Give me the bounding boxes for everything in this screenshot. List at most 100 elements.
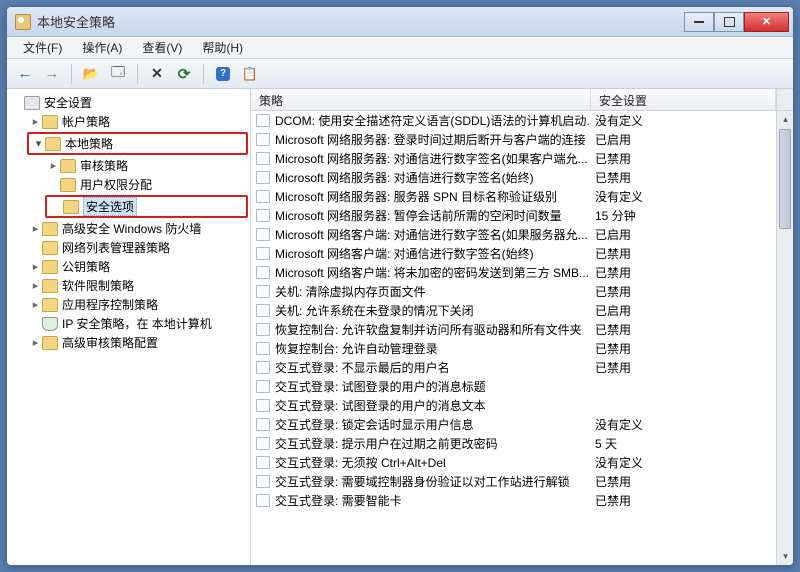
scroll-down-icon[interactable] xyxy=(777,548,793,565)
vertical-scrollbar[interactable] xyxy=(776,111,793,565)
delete-button[interactable] xyxy=(145,62,169,86)
up-level-button[interactable] xyxy=(79,62,103,86)
expander-icon[interactable] xyxy=(29,222,42,235)
list-row[interactable]: Microsoft 网络客户端: 对通信进行数字签名(如果服务器允...已启用 xyxy=(251,225,776,244)
list-row[interactable]: 关机: 允许系统在未登录的情况下关闭已启用 xyxy=(251,301,776,320)
list-row[interactable]: Microsoft 网络客户端: 将未加密的密码发送到第三方 SMB...已禁用 xyxy=(251,263,776,282)
list-row[interactable]: 交互式登录: 不显示最后的用户名已禁用 xyxy=(251,358,776,377)
titlebar[interactable]: 本地安全策略 xyxy=(7,7,793,37)
list-row[interactable]: 关机: 清除虚拟内存页面文件已禁用 xyxy=(251,282,776,301)
list-row[interactable]: 交互式登录: 提示用户在过期之前更改密码5 天 xyxy=(251,434,776,453)
policy-cell: Microsoft 网络服务器: 服务器 SPN 目标名称验证级别 xyxy=(275,188,591,205)
list-row[interactable]: 恢复控制台: 允许软盘复制并访问所有驱动器和所有文件夹已禁用 xyxy=(251,320,776,339)
expander-icon[interactable] xyxy=(29,279,42,292)
properties-button[interactable] xyxy=(106,62,130,86)
policy-icon xyxy=(255,475,271,489)
forward-button[interactable] xyxy=(40,62,64,86)
menu-help[interactable]: 帮助(H) xyxy=(192,37,253,58)
toolbar xyxy=(7,59,793,89)
setting-cell: 15 分钟 xyxy=(591,207,776,224)
list-row[interactable]: Microsoft 网络服务器: 服务器 SPN 目标名称验证级别没有定义 xyxy=(251,187,776,206)
tree-label: 审核策略 xyxy=(80,157,128,174)
folder-icon xyxy=(42,336,58,350)
list-row[interactable]: 交互式登录: 试图登录的用户的消息文本 xyxy=(251,396,776,415)
list-row[interactable]: 交互式登录: 试图登录的用户的消息标题 xyxy=(251,377,776,396)
expander-icon[interactable] xyxy=(29,298,42,311)
tree-label: 高级审核策略配置 xyxy=(62,334,158,351)
tree-swrestrict[interactable]: 软件限制策略 xyxy=(27,276,248,295)
tree-audit-policy[interactable]: 审核策略 xyxy=(45,156,248,175)
setting-cell: 已禁用 xyxy=(591,340,776,357)
policy-icon xyxy=(255,399,271,413)
list-row[interactable]: Microsoft 网络服务器: 对通信进行数字签名(如果客户端允...已禁用 xyxy=(251,149,776,168)
tree-label: 安全设置 xyxy=(44,94,92,111)
tree-pubkey[interactable]: 公钥策略 xyxy=(27,257,248,276)
tree-local-policy[interactable]: 本地策略 xyxy=(30,134,245,153)
tree-account-policy[interactable]: 帐户策略 xyxy=(27,112,248,131)
expander-icon[interactable] xyxy=(29,260,42,273)
tree-root[interactable]: 安全设置 xyxy=(9,93,248,112)
scroll-thumb[interactable] xyxy=(779,129,791,229)
rows-container[interactable]: DCOM: 使用安全描述符定义语言(SDDL)语法的计算机启动...没有定义Mi… xyxy=(251,111,776,565)
scroll-up-icon[interactable] xyxy=(777,111,793,128)
menu-action[interactable]: 操作(A) xyxy=(72,37,132,58)
expander-icon[interactable] xyxy=(29,115,42,128)
tree-firewall[interactable]: 高级安全 Windows 防火墙 xyxy=(27,219,248,238)
help-button[interactable] xyxy=(211,62,235,86)
policy-cell: 恢复控制台: 允许软盘复制并访问所有驱动器和所有文件夹 xyxy=(275,321,591,338)
tree-security-options[interactable]: 安全选项 xyxy=(48,197,245,216)
list-pane: 策略 安全设置 DCOM: 使用安全描述符定义语言(SDDL)语法的计算机启动.… xyxy=(251,89,793,565)
tree-label: 软件限制策略 xyxy=(62,277,134,294)
list-row[interactable]: Microsoft 网络服务器: 对通信进行数字签名(始终)已禁用 xyxy=(251,168,776,187)
policy-cell: Microsoft 网络客户端: 将未加密的密码发送到第三方 SMB... xyxy=(275,264,591,281)
expander-icon[interactable] xyxy=(32,137,45,150)
setting-cell: 已禁用 xyxy=(591,150,776,167)
folder-icon xyxy=(45,137,61,151)
minimize-button[interactable] xyxy=(684,12,714,32)
list-row[interactable]: Microsoft 网络服务器: 暂停会话前所需的空闲时间数量15 分钟 xyxy=(251,206,776,225)
maximize-button[interactable] xyxy=(714,12,744,32)
folder-icon xyxy=(42,260,58,274)
tree-label: 帐户策略 xyxy=(62,113,110,130)
list-row[interactable]: DCOM: 使用安全描述符定义语言(SDDL)语法的计算机启动...没有定义 xyxy=(251,111,776,130)
list-row[interactable]: Microsoft 网络服务器: 登录时间过期后断开与客户端的连接已启用 xyxy=(251,130,776,149)
policy-cell: 交互式登录: 无须按 Ctrl+Alt+Del xyxy=(275,454,591,471)
security-icon xyxy=(24,96,40,110)
list-row[interactable]: 恢复控制台: 允许自动管理登录已禁用 xyxy=(251,339,776,358)
tree-pane[interactable]: 安全设置 帐户策略 xyxy=(7,89,251,565)
column-setting[interactable]: 安全设置 xyxy=(591,89,776,110)
content-body: 安全设置 帐户策略 xyxy=(7,89,793,565)
list-header: 策略 安全设置 xyxy=(251,89,793,111)
setting-cell: 已禁用 xyxy=(591,359,776,376)
column-policy[interactable]: 策略 xyxy=(251,89,591,110)
refresh-button[interactable] xyxy=(172,62,196,86)
main-window: 本地安全策略 文件(F) 操作(A) 查看(V) 帮助(H) xyxy=(6,6,794,566)
policy-icon xyxy=(255,304,271,318)
tree-user-rights[interactable]: 用户权限分配 xyxy=(45,175,248,194)
setting-cell: 已禁用 xyxy=(591,169,776,186)
list-row[interactable]: 交互式登录: 需要域控制器身份验证以对工作站进行解锁已禁用 xyxy=(251,472,776,491)
list-row[interactable]: 交互式登录: 无须按 Ctrl+Alt+Del没有定义 xyxy=(251,453,776,472)
menu-view[interactable]: 查看(V) xyxy=(132,37,192,58)
close-button[interactable] xyxy=(744,12,789,32)
expander-icon[interactable] xyxy=(29,336,42,349)
menu-file[interactable]: 文件(F) xyxy=(13,37,72,58)
back-button[interactable] xyxy=(13,62,37,86)
setting-cell: 5 天 xyxy=(591,435,776,452)
list-row[interactable]: 交互式登录: 锁定会话时显示用户信息没有定义 xyxy=(251,415,776,434)
tree-appctrl[interactable]: 应用程序控制策略 xyxy=(27,295,248,314)
expander-icon[interactable] xyxy=(47,159,60,172)
list-row[interactable]: Microsoft 网络客户端: 对通信进行数字签名(始终)已禁用 xyxy=(251,244,776,263)
tree-ipsec[interactable]: IP 安全策略，在 本地计算机 xyxy=(27,314,248,333)
policy-cell: Microsoft 网络服务器: 对通信进行数字签名(始终) xyxy=(275,169,591,186)
setting-cell: 已启用 xyxy=(591,131,776,148)
list-row[interactable]: 交互式登录: 需要智能卡已禁用 xyxy=(251,491,776,510)
tree-advaudit[interactable]: 高级审核策略配置 xyxy=(27,333,248,352)
tree-netlist[interactable]: 网络列表管理器策略 xyxy=(27,238,248,257)
policy-cell: Microsoft 网络服务器: 暂停会话前所需的空闲时间数量 xyxy=(275,207,591,224)
export-button[interactable] xyxy=(238,62,262,86)
toolbar-separator xyxy=(203,64,204,84)
policy-icon xyxy=(255,114,271,128)
tree-label: 用户权限分配 xyxy=(80,176,152,193)
policy-icon xyxy=(255,228,271,242)
